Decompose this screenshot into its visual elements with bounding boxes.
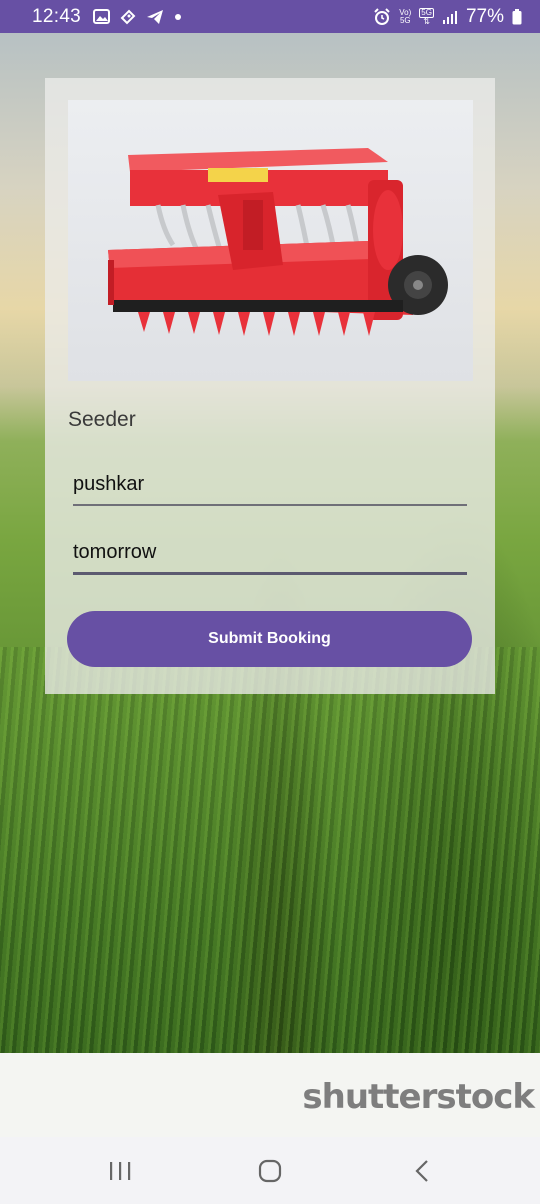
home-icon xyxy=(258,1159,282,1183)
back-button[interactable] xyxy=(392,1153,452,1189)
recent-apps-icon xyxy=(110,1162,131,1180)
product-name: Seeder xyxy=(68,408,136,431)
dot-icon xyxy=(175,13,182,20)
telegram-icon xyxy=(147,9,164,24)
alarm-icon xyxy=(374,7,390,25)
date-input[interactable] xyxy=(73,532,467,572)
volte-indicator: Vo) 5G xyxy=(399,7,412,25)
5g-indicator: 5G ⇅ xyxy=(419,7,434,26)
name-input[interactable] xyxy=(73,464,467,504)
signal-icon xyxy=(442,10,457,24)
booking-card: Seeder Submit Booking xyxy=(45,78,495,694)
ticket-icon xyxy=(120,9,136,24)
product-image xyxy=(68,100,473,381)
submit-booking-button[interactable]: Submit Booking xyxy=(67,611,472,667)
recent-apps-button[interactable] xyxy=(90,1153,150,1189)
battery-icon xyxy=(512,8,522,24)
date-field-container xyxy=(73,532,467,575)
navigation-bar xyxy=(0,1137,540,1204)
back-icon xyxy=(415,1160,428,1182)
status-bar: 12:43 Vo) 5G 5G ⇅ 77% xyxy=(0,0,540,33)
name-field-container xyxy=(73,464,467,506)
watermark-text: shutterstock xyxy=(302,1077,535,1117)
home-button[interactable] xyxy=(240,1153,300,1189)
status-time: 12:43 xyxy=(32,5,82,27)
grass-texture xyxy=(0,647,540,1067)
gallery-icon xyxy=(93,9,111,24)
battery-percent: 77% xyxy=(465,5,504,27)
seeder-machine-icon xyxy=(68,100,473,381)
